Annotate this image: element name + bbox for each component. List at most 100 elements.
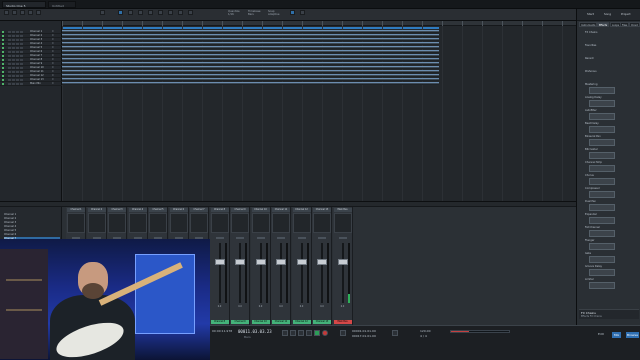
solo-button[interactable] [12,66,15,69]
snap-group[interactable]: Snap Adaptive [268,10,279,19]
audio-event[interactable] [62,70,439,73]
audio-event[interactable] [62,54,439,57]
pan-control[interactable] [297,237,306,239]
browser-item[interactable]: FX Chains [585,31,597,35]
browser-item[interactable]: PreSonus [585,70,597,74]
insert-slot[interactable] [128,213,147,233]
volume-value[interactable]: 0.0 [293,305,311,308]
strip-label[interactable]: Channel 11 [272,320,290,324]
fader-handle[interactable] [317,259,327,265]
mute-button[interactable] [8,74,11,77]
rec-button[interactable] [16,66,19,69]
insert-slot[interactable] [313,213,331,233]
solo-button[interactable] [12,54,15,57]
pan-control[interactable] [256,237,265,239]
audio-event[interactable] [62,42,439,45]
tab-files[interactable]: Files [620,22,630,27]
audio-event[interactable] [62,34,439,37]
rec-button[interactable] [16,50,19,53]
rec-button[interactable] [16,42,19,45]
audio-event[interactable] [62,38,439,41]
audio-event[interactable] [62,66,439,69]
audio-event[interactable] [62,30,439,33]
rec-button[interactable] [16,78,19,81]
audio-event[interactable] [62,46,439,49]
strip-name[interactable]: Channel 11 [272,208,290,212]
volume-value[interactable]: 0.0 [272,305,290,308]
tempo-value[interactable]: 120.00 [420,329,431,333]
rec-button[interactable] [16,30,19,33]
strip-name[interactable]: Channel 9 [231,208,249,212]
plugin-thumbnail[interactable] [589,126,615,133]
mute-button[interactable] [8,66,11,69]
strip-label[interactable]: Main Bus [333,320,352,324]
rec-button[interactable] [16,54,19,57]
plugin-thumbnail[interactable] [589,165,615,172]
track-row[interactable]: Main Mix 0 [0,82,62,86]
mon-button[interactable] [20,46,23,49]
insert-slot[interactable] [231,213,249,233]
insert-slot[interactable] [108,213,126,233]
range-tool-icon[interactable] [12,10,17,15]
split-select-icon[interactable] [148,10,153,15]
loop-icon[interactable] [340,330,346,336]
rec-button[interactable] [16,38,19,41]
audio-event[interactable] [62,62,439,65]
plugin-thumbnail[interactable] [589,139,615,146]
start-button[interactable]: Start [587,12,594,16]
mute-button[interactable] [8,50,11,53]
insert-slot[interactable] [87,213,106,233]
overview-bar[interactable] [450,330,510,333]
record-icon[interactable] [322,330,328,336]
volume-value[interactable]: 0.0 [313,305,331,308]
plugin-thumbnail[interactable] [589,152,615,159]
plugin-thumbnail[interactable] [589,100,615,107]
tab-instruments[interactable]: Instruments [579,22,598,27]
audio-event[interactable] [62,50,439,53]
rec-button[interactable] [16,82,19,85]
rec-button[interactable] [16,70,19,73]
strip-label[interactable]: Channel 9 [231,320,249,324]
mon-button[interactable] [20,42,23,45]
strip-name[interactable]: Channel 10 [251,208,270,212]
fader-handle[interactable] [296,259,307,265]
insert-slot[interactable] [272,213,290,233]
paint-tool-icon[interactable] [36,10,41,15]
plugin-thumbnail[interactable] [589,282,615,289]
audio-event[interactable] [62,82,439,85]
timeline-ruler[interactable] [62,21,576,26]
insert-slot[interactable] [333,213,352,233]
plugin-thumbnail[interactable] [589,204,615,211]
mute-button[interactable] [8,82,11,85]
volume-value[interactable]: 0.0 [231,305,249,308]
fader-handle[interactable] [337,259,348,265]
mute-tool-icon[interactable] [178,10,183,15]
insert-slot[interactable] [190,213,208,233]
plugin-thumbnail[interactable] [589,256,615,263]
mute-button[interactable] [8,62,11,65]
solo-button[interactable] [12,62,15,65]
timebase-group[interactable]: Timebase Bars [248,10,261,19]
mon-button[interactable] [20,82,23,85]
solo-button[interactable] [12,46,15,49]
mute-button[interactable] [8,46,11,49]
solo-button[interactable] [12,50,15,53]
solo-button[interactable] [12,42,15,45]
audio-event[interactable] [62,74,439,77]
volume-value[interactable]: 0.0 [252,305,270,308]
mon-button[interactable] [20,74,23,77]
arrow-select-icon[interactable] [118,10,123,15]
insert-slot[interactable] [251,213,270,233]
strip-label[interactable]: Channel 8 [210,320,229,324]
fast-forward-icon[interactable] [298,330,304,336]
strip-label[interactable]: Channel 10 [251,320,270,324]
solo-button[interactable] [12,34,15,37]
edit-button[interactable]: Edit [598,332,604,336]
solo-button[interactable] [12,78,15,81]
quantize-group[interactable]: Quantize 1/16 [228,10,240,19]
mon-button[interactable] [20,70,23,73]
strip-name[interactable]: Channel 8 [210,208,229,212]
metronome-icon[interactable] [392,330,398,336]
project-button[interactable]: Project [621,12,631,16]
insert-slot[interactable] [292,213,311,233]
